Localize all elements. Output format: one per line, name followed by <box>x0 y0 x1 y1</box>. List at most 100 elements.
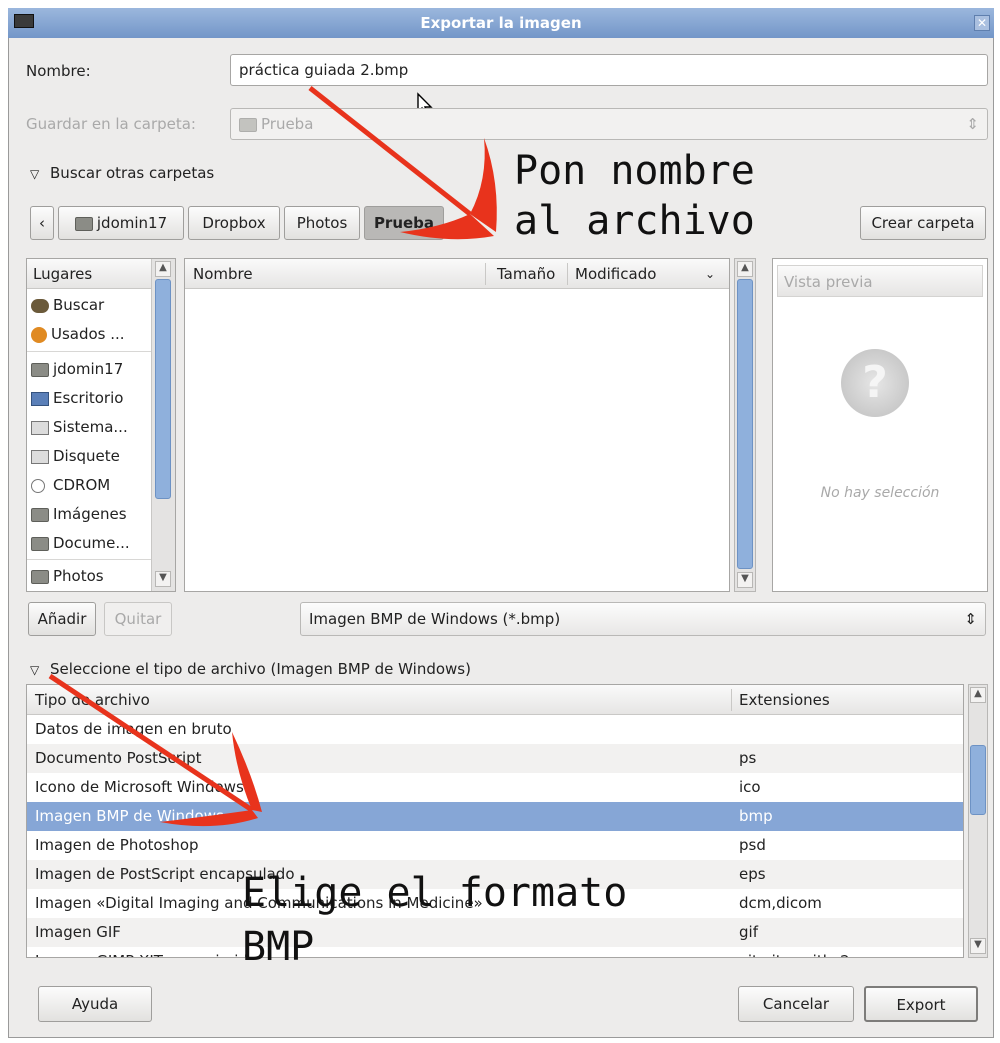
column-size[interactable]: Tamaño <box>497 259 555 289</box>
place-label: Disquete <box>53 447 120 465</box>
column-extensions[interactable]: Extensiones <box>739 685 830 715</box>
name-label: Nombre: <box>26 62 91 80</box>
no-selection-text: No hay selección <box>820 485 940 501</box>
row-type: Imagen de Photoshop <box>35 836 199 854</box>
places-divider <box>27 559 151 560</box>
close-icon[interactable]: ✕ <box>974 15 990 31</box>
expander-triangle-icon: ▽ <box>30 663 40 677</box>
column-divider <box>485 263 486 285</box>
row-ext: psd <box>739 836 766 854</box>
add-place-button[interactable]: Añadir <box>28 602 96 636</box>
places-scroll-thumb[interactable] <box>155 279 171 499</box>
table-row[interactable]: Imagen de Photoshop psd <box>27 831 963 860</box>
places-header[interactable]: Lugares <box>27 259 151 289</box>
preview-header: Vista previa <box>777 265 983 297</box>
place-label: Docume... <box>53 534 130 552</box>
scroll-up-icon[interactable]: ▲ <box>970 687 986 703</box>
combo-arrows-icon: ⇕ <box>966 115 979 133</box>
save-in-label: Guardar en la carpeta: <box>26 115 196 133</box>
place-label: Photos <box>53 567 104 585</box>
file-list-pane[interactable]: Nombre Tamaño Modificado ⌄ <box>184 258 730 592</box>
row-type: Icono de Microsoft Windows <box>35 778 244 796</box>
row-ext: dcm,dicom <box>739 894 822 912</box>
row-type: Imagen GIMP XJT comprimida <box>35 947 257 957</box>
sort-chevron-down-icon[interactable]: ⌄ <box>705 259 715 289</box>
crumb-prueba[interactable]: Prueba <box>364 206 444 240</box>
row-ext: bmp <box>739 807 773 825</box>
format-annotation: Elige el formato BMP <box>242 866 627 974</box>
place-label: jdomin17 <box>53 360 124 378</box>
path-back-button[interactable]: ‹ <box>30 206 54 240</box>
name-annotation-line2: al archivo <box>514 198 755 244</box>
folder-icon <box>31 569 49 584</box>
format-annotation-line1: Elige el formato <box>242 870 628 916</box>
place-label: Imágenes <box>53 505 127 523</box>
binoculars-icon <box>31 298 49 313</box>
scroll-up-icon[interactable]: ▲ <box>155 261 171 277</box>
crumb-photos[interactable]: Photos <box>284 206 360 240</box>
window-menu-icon[interactable] <box>14 14 34 28</box>
place-label: Usados ... <box>51 325 125 343</box>
file-list-scroll-thumb[interactable] <box>737 279 753 569</box>
file-type-scroll-thumb[interactable] <box>970 745 986 815</box>
window-title: Exportar la imagen <box>420 14 582 32</box>
column-divider <box>567 263 568 285</box>
table-row[interactable]: Datos de imagen en bruto <box>27 715 963 744</box>
row-type: Imagen GIF <box>35 923 121 941</box>
column-modified[interactable]: Modificado <box>575 259 656 289</box>
file-type-header: Tipo de archivo Extensiones <box>27 685 963 715</box>
crumb-label: jdomin17 <box>96 214 168 232</box>
recent-clock-icon <box>31 326 47 343</box>
table-row[interactable]: Documento PostScript ps <box>27 744 963 773</box>
column-file-type[interactable]: Tipo de archivo <box>35 685 150 715</box>
browse-expander[interactable]: ▽ Buscar otras carpetas <box>30 162 214 185</box>
row-ext: ps <box>739 749 757 767</box>
table-row-selected[interactable]: Imagen BMP de Windows bmp <box>27 802 963 831</box>
desktop-icon <box>31 391 49 406</box>
places-divider <box>27 351 151 352</box>
drive-icon <box>31 420 49 435</box>
create-folder-button[interactable]: Crear carpeta <box>860 206 986 240</box>
column-name[interactable]: Nombre <box>193 259 253 289</box>
scroll-down-icon[interactable]: ▼ <box>970 938 986 954</box>
question-mark-icon: ? <box>841 349 909 417</box>
place-label: Sistema... <box>53 418 128 436</box>
export-button[interactable]: Export <box>864 986 978 1022</box>
file-type-expander[interactable]: ▽ Seleccione el tipo de archivo (Imagen … <box>30 658 471 681</box>
expander-triangle-icon: ▽ <box>30 167 40 181</box>
row-type: Datos de imagen en bruto <box>35 720 232 738</box>
file-type-scrollbar[interactable]: ▲ ▼ <box>968 684 988 958</box>
crumb-jdomin17[interactable]: jdomin17 <box>58 206 184 240</box>
file-filter-combo[interactable]: Imagen BMP de Windows (*.bmp) ⇕ <box>300 602 986 636</box>
filter-value: Imagen BMP de Windows (*.bmp) <box>309 610 561 628</box>
folder-icon <box>31 536 49 551</box>
floppy-icon <box>31 449 49 464</box>
browse-label: Buscar otras carpetas <box>50 164 215 182</box>
home-folder-icon <box>74 216 93 231</box>
name-annotation-line1: Pon nombre <box>514 148 755 194</box>
scroll-up-icon[interactable]: ▲ <box>737 261 753 277</box>
scroll-down-icon[interactable]: ▼ <box>737 572 753 588</box>
file-list-scrollbar[interactable]: ▲ ▼ <box>734 258 756 592</box>
place-label: Buscar <box>53 296 105 314</box>
title-bar: Exportar la imagen <box>8 8 994 38</box>
folder-icon <box>239 117 257 132</box>
help-button[interactable]: Ayuda <box>38 986 152 1022</box>
place-label: CDROM <box>53 476 111 494</box>
file-type-label: Seleccione el tipo de archivo (Imagen BM… <box>50 660 471 678</box>
scroll-down-icon[interactable]: ▼ <box>155 571 171 587</box>
name-annotation: Pon nombre al archivo <box>514 146 755 246</box>
crumb-dropbox[interactable]: Dropbox <box>188 206 280 240</box>
place-label: Escritorio <box>53 389 124 407</box>
row-type: Imagen BMP de Windows <box>35 807 224 825</box>
row-ext: eps <box>739 865 766 883</box>
remove-place-button: Quitar <box>104 602 172 636</box>
cdrom-icon <box>31 478 45 493</box>
places-pane: Lugares Buscar Usados ... jdomin17 Escri… <box>26 258 176 592</box>
name-input[interactable]: práctica guiada 2.bmp <box>230 54 988 86</box>
save-in-value: Prueba <box>261 115 314 133</box>
cancel-button[interactable]: Cancelar <box>738 986 854 1022</box>
column-divider <box>731 689 732 711</box>
preview-pane: Vista previa ? No hay selección <box>772 258 988 592</box>
table-row[interactable]: Icono de Microsoft Windows ico <box>27 773 963 802</box>
